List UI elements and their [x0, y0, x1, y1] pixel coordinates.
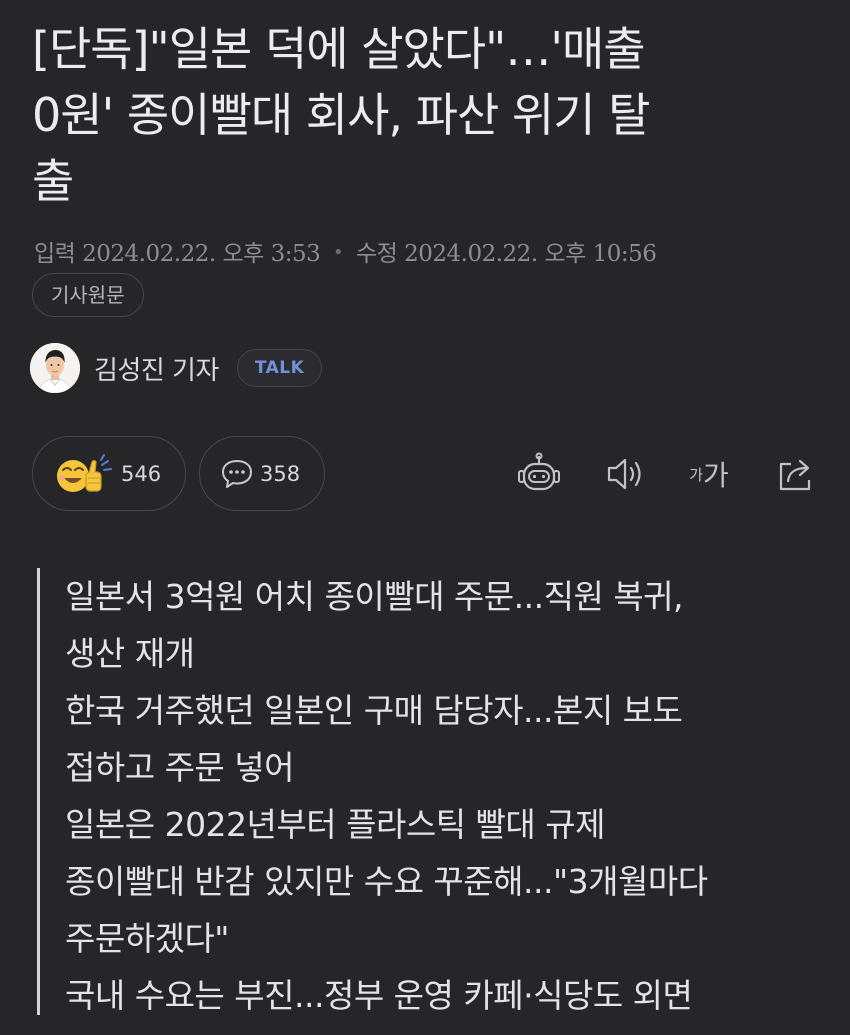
- reporter-name[interactable]: 김성진 기자: [94, 350, 219, 387]
- article-dates: 입력 2024.02.22. 오후 3:53 • 수정 2024.02.22. …: [34, 234, 657, 268]
- published-date: 2024.02.22. 오후 3:53: [82, 241, 321, 267]
- separator-dot-icon: •: [333, 242, 344, 263]
- modified-date: 2024.02.22. 오후 10:56: [404, 241, 657, 267]
- reporter-photo-icon: [30, 343, 80, 393]
- published-label: 입력: [34, 241, 76, 267]
- comment-bubble-icon: [222, 459, 252, 488]
- talk-button[interactable]: TALK: [236, 349, 323, 387]
- reporter-avatar[interactable]: [30, 343, 80, 393]
- share-button[interactable]: [773, 452, 819, 496]
- reporter-info: 김성진 기자 TALK: [30, 340, 323, 396]
- summary-line: 일본은 2022년부터 플라스틱 빨대 규제: [65, 805, 605, 844]
- headline-line-3: 출: [32, 154, 74, 208]
- modified-label: 수정: [355, 241, 398, 267]
- summary-line: 일본서 3억원 어치 종이빨대 주문...직원 복귀,: [65, 577, 684, 616]
- summary-line: 접하고 주문 넣어: [65, 748, 295, 787]
- comment-button[interactable]: 358: [199, 436, 325, 511]
- summary-line: 한국 거주했던 일본인 구매 담당자...본지 보도: [65, 691, 683, 730]
- headline-line-1: [단독]"일본 덕에 살았다"…'매출: [32, 22, 646, 76]
- share-icon: [779, 459, 811, 491]
- summary-line: 국내 수요는 부진...정부 운영 카페·식당도 외면: [65, 976, 693, 1015]
- comment-count: 358: [260, 461, 301, 486]
- font-size-small-glyph: 가: [689, 465, 704, 484]
- font-size-big-glyph: 가: [703, 459, 729, 492]
- robot-summary-icon: [518, 452, 560, 491]
- font-size-button[interactable]: 가 가: [684, 452, 734, 496]
- summary-line: 주문하겠다": [65, 919, 229, 958]
- text-to-speech-button[interactable]: [603, 452, 649, 496]
- article-headline: [단독]"일본 덕에 살았다"…'매출 0원' 종이빨대 회사, 파산 위기 탈…: [32, 16, 822, 214]
- summary-line: 종이빨대 반감 있지만 수요 꾸준해..."3개월마다: [65, 862, 708, 901]
- thumbs-up-emoji-icon: [57, 453, 112, 492]
- article-summary: 일본서 3억원 어치 종이빨대 주문...직원 복귀, 생산 재개 한국 거주했…: [37, 568, 827, 1015]
- original-article-button[interactable]: 기사원문: [32, 273, 144, 317]
- reaction-button[interactable]: 546: [32, 436, 186, 511]
- summary-line: 생산 재개: [65, 634, 195, 673]
- speaker-icon: [607, 458, 641, 490]
- reaction-count: 546: [121, 461, 162, 486]
- summary-robot-button[interactable]: [515, 452, 563, 496]
- headline-line-2: 0원' 종이빨대 회사, 파산 위기 탈: [32, 88, 650, 142]
